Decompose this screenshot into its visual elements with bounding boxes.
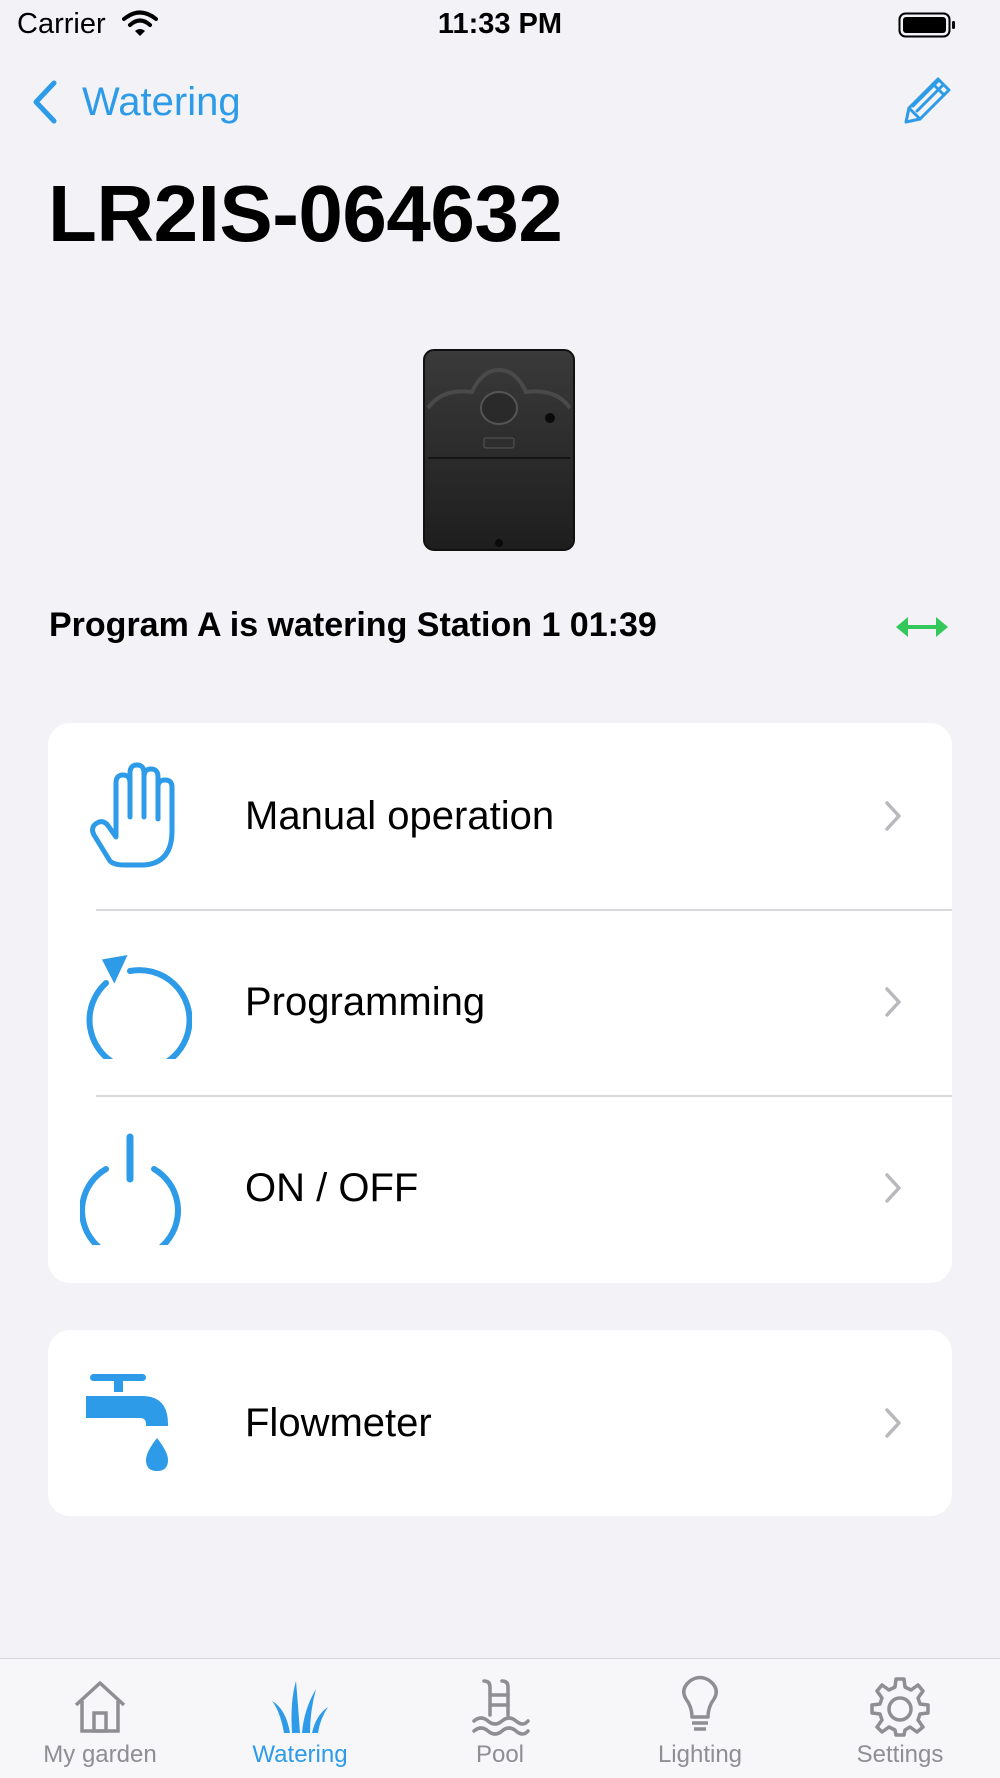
chevron-right-icon: [885, 801, 901, 831]
chevron-right-icon: [885, 1173, 901, 1203]
on-off-row[interactable]: ON / OFF: [48, 1095, 952, 1281]
tab-bar: My garden Watering Pool Lighting Setting…: [0, 1658, 1000, 1778]
faucet-icon: [86, 1374, 168, 1471]
tab-watering-label: Watering: [252, 1741, 348, 1768]
controller-menu-card: Manual operation Programming ON / OFF: [48, 723, 952, 1283]
tab-pool[interactable]: Pool: [400, 1659, 600, 1778]
tab-lighting[interactable]: Lighting: [600, 1659, 800, 1778]
controller-device-image: [423, 349, 575, 551]
edit-pencil-icon[interactable]: [900, 72, 956, 128]
programming-label: Programming: [245, 979, 486, 1024]
gear-icon: [870, 1677, 930, 1737]
flowmeter-card: Flowmeter: [48, 1330, 952, 1516]
on-off-label: ON / OFF: [245, 1165, 419, 1210]
watering-status-message: Program A is watering Station 1 01:39: [49, 606, 657, 644]
refresh-icon: [86, 954, 192, 1059]
tab-lighting-label: Lighting: [657, 1741, 743, 1768]
grass-icon: [272, 1681, 328, 1733]
house-icon: [74, 1681, 126, 1733]
back-button-label: Watering: [82, 79, 241, 124]
flowmeter-row[interactable]: Flowmeter: [48, 1330, 952, 1516]
tab-my-garden[interactable]: My garden: [0, 1659, 200, 1778]
chevron-left-icon: [33, 80, 57, 124]
screen: Carrier 11:33 PM Watering LR2IS-064632 P…: [0, 0, 1000, 1778]
programming-row[interactable]: Programming: [48, 909, 952, 1095]
page-title: LR2IS-064632: [48, 169, 563, 258]
connection-arrows-icon: [896, 617, 948, 637]
hand-icon: [90, 762, 175, 868]
chevron-right-icon: [885, 1408, 901, 1438]
pool-icon: [472, 1679, 530, 1736]
power-icon: [80, 1133, 181, 1245]
manual-operation-row[interactable]: Manual operation: [48, 723, 952, 909]
status-time: 11:33 PM: [437, 8, 563, 40]
tab-pool-label: Pool: [475, 1741, 525, 1768]
chevron-right-icon: [885, 987, 901, 1017]
tab-my-garden-label: My garden: [43, 1741, 157, 1768]
flowmeter-label: Flowmeter: [245, 1400, 432, 1445]
manual-operation-label: Manual operation: [245, 793, 555, 838]
back-button[interactable]: Watering: [30, 74, 241, 130]
bulb-icon: [682, 1675, 718, 1731]
status-bar: Carrier 11:33 PM: [0, 0, 1000, 50]
tab-watering[interactable]: Watering: [200, 1659, 400, 1778]
tab-settings[interactable]: Settings: [800, 1659, 1000, 1778]
battery-icon: [898, 12, 955, 38]
tab-settings-label: Settings: [856, 1741, 944, 1768]
